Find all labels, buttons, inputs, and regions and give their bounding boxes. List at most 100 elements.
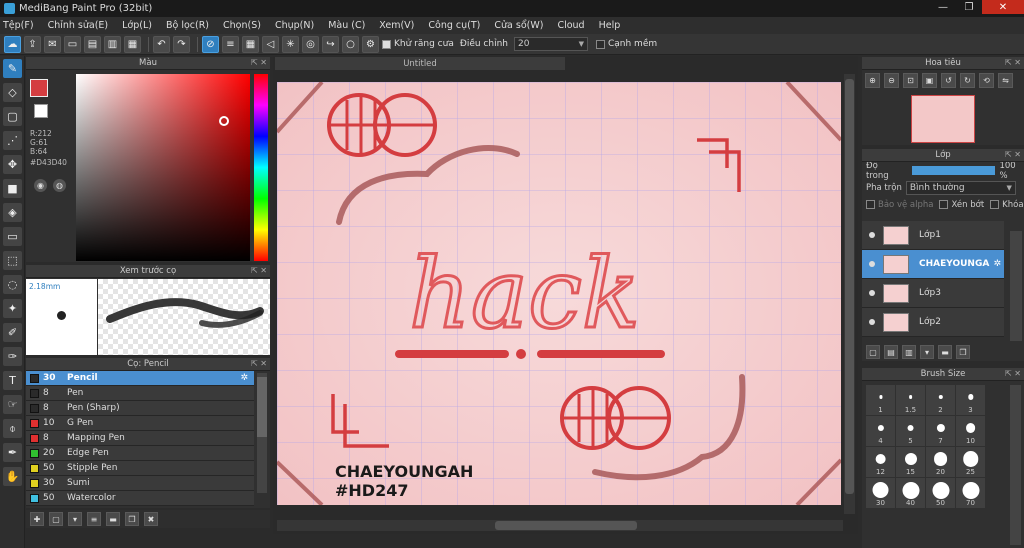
- brush-size-cell[interactable]: 7: [926, 416, 955, 446]
- snap-grid-icon[interactable]: ▦: [242, 35, 259, 53]
- panel-detach-icon[interactable]: ⇱ ✕: [1005, 150, 1021, 159]
- navigator-thumbnail[interactable]: [911, 95, 975, 143]
- minimize-button[interactable]: —: [930, 0, 956, 14]
- drawing-canvas[interactable]: hack CHAEYOUNGAH #HD247: [275, 80, 843, 507]
- select-tool-icon[interactable]: ⬚: [3, 251, 22, 270]
- lock-checkbox[interactable]: [990, 200, 1000, 209]
- move-tool-icon[interactable]: ✥: [3, 155, 22, 174]
- snap-perspective-icon[interactable]: ◁: [262, 35, 279, 53]
- brush-list-item[interactable]: 50 Watercolor: [26, 491, 254, 506]
- brush-size-cell[interactable]: 12: [866, 447, 895, 477]
- brush-size-cell[interactable]: 5: [896, 416, 925, 446]
- select-eraser-icon[interactable]: ✑: [3, 347, 22, 366]
- reset-view-icon[interactable]: ⟲: [979, 72, 994, 88]
- color-wheel-icon[interactable]: ◍: [53, 179, 66, 192]
- soft-edge-checkbox[interactable]: [595, 39, 605, 49]
- fill-shape-tool-icon[interactable]: ■: [3, 179, 22, 198]
- document-icon[interactable]: ▤: [84, 35, 101, 53]
- brush-list-item[interactable]: 30 Sumi: [26, 476, 254, 491]
- brush-size-cell[interactable]: 70: [956, 478, 985, 508]
- menu-window[interactable]: Cửa sổ(W): [494, 20, 543, 31]
- menu-cloud[interactable]: Cloud: [557, 20, 584, 31]
- gear-icon[interactable]: ✲: [240, 373, 248, 383]
- snap-curve-icon[interactable]: ↪: [322, 35, 339, 53]
- trash-icon[interactable]: ✖: [144, 512, 158, 526]
- brush-size-cell[interactable]: 50: [926, 478, 955, 508]
- panel-detach-icon[interactable]: ⇱ ✕: [251, 58, 267, 67]
- gradient-tool-icon[interactable]: ▭: [3, 227, 22, 246]
- menu-edit[interactable]: Chỉnh sửa(E): [48, 20, 109, 31]
- layer-scrollbar[interactable]: [1010, 231, 1022, 341]
- snap-radial-icon[interactable]: ✳: [282, 35, 299, 53]
- brush-size-cell[interactable]: 2: [926, 385, 955, 415]
- menu-color[interactable]: Màu (C): [328, 20, 365, 31]
- menu-view[interactable]: Xem(V): [379, 20, 414, 31]
- bucket-tool-icon[interactable]: ◈: [3, 203, 22, 222]
- layer-item[interactable]: Lớp1: [862, 221, 1004, 250]
- panel-detach-icon[interactable]: ⇱ ✕: [1005, 369, 1021, 378]
- color-picker-knob[interactable]: [219, 116, 229, 126]
- menu-snap[interactable]: Chụp(N): [275, 20, 314, 31]
- brush-list-item[interactable]: 50 Stipple Pen: [26, 461, 254, 476]
- gear-icon[interactable]: ✲: [993, 259, 1001, 269]
- brush-size-cell[interactable]: 40: [896, 478, 925, 508]
- menu-tools[interactable]: Công cụ(T): [428, 20, 480, 31]
- flip-icon[interactable]: ⇋: [998, 72, 1013, 88]
- menu-file[interactable]: Tệp(F): [3, 20, 34, 31]
- snap-off-icon[interactable]: ⊘: [202, 35, 219, 53]
- brush-size-scrollbar[interactable]: [1010, 385, 1021, 545]
- new-8bit-layer-icon[interactable]: ▥: [902, 345, 916, 359]
- brush-list-item[interactable]: 8 Pen (Sharp): [26, 401, 254, 416]
- eraser-tool-icon[interactable]: ◇: [3, 83, 22, 102]
- layer-item[interactable]: CHAEYOUNGA ✲: [862, 250, 1004, 279]
- duplicate-icon[interactable]: ❐: [125, 512, 139, 526]
- cloud-icon[interactable]: ☁: [4, 35, 21, 53]
- rectangle-tool-icon[interactable]: ▢: [3, 107, 22, 126]
- brush-size-cell[interactable]: 1.5: [896, 385, 925, 415]
- zoom-out-icon[interactable]: ⊖: [884, 72, 899, 88]
- brush-size-cell[interactable]: 4: [866, 416, 895, 446]
- panel-detach-icon[interactable]: ⇱ ✕: [1005, 58, 1021, 67]
- brush-list-item[interactable]: 8 Pen: [26, 386, 254, 401]
- adjust-select[interactable]: 20 ▼: [513, 37, 588, 51]
- rotate-left-icon[interactable]: ↺: [941, 72, 956, 88]
- zoom-in-icon[interactable]: ⊕: [865, 72, 880, 88]
- document-tab[interactable]: Untitled: [275, 57, 565, 70]
- rotate-right-icon[interactable]: ↻: [960, 72, 975, 88]
- operation-tool-icon[interactable]: ☞: [3, 395, 22, 414]
- protect-alpha-checkbox[interactable]: [866, 200, 875, 209]
- undo-icon[interactable]: ↶: [153, 35, 170, 53]
- panel-icon[interactable]: ▥: [104, 35, 121, 53]
- dot-tool-icon[interactable]: ⋰: [3, 131, 22, 150]
- add-layer-menu-icon[interactable]: ▾: [920, 345, 934, 359]
- folder-icon[interactable]: ▬: [106, 512, 120, 526]
- restore-button[interactable]: ❐: [956, 0, 982, 14]
- saturation-value-picker[interactable]: [76, 74, 250, 261]
- palette-icon[interactable]: ◉: [34, 179, 47, 192]
- brush-size-cell[interactable]: 15: [896, 447, 925, 477]
- brush-size-cell[interactable]: 1: [866, 385, 895, 415]
- visibility-icon[interactable]: [869, 319, 875, 325]
- fit-window-icon[interactable]: ⊡: [903, 72, 918, 88]
- comment-icon[interactable]: ✉: [44, 35, 61, 53]
- brush-size-cell[interactable]: 30: [866, 478, 895, 508]
- brush-list-scrollbar[interactable]: [257, 373, 267, 493]
- new-brush-icon[interactable]: ▢: [49, 512, 63, 526]
- brush-list-item[interactable]: 8 Mapping Pen: [26, 431, 254, 446]
- menu-layer[interactable]: Lớp(L): [122, 20, 152, 31]
- visibility-icon[interactable]: [869, 290, 875, 296]
- visibility-icon[interactable]: [869, 261, 875, 267]
- add-brush-icon[interactable]: ✚: [30, 512, 44, 526]
- brush-size-cell[interactable]: 3: [956, 385, 985, 415]
- foreground-color-swatch[interactable]: [30, 79, 48, 97]
- actual-size-icon[interactable]: ▣: [922, 72, 937, 88]
- layer-item[interactable]: Lớp3: [862, 279, 1004, 308]
- layer-folder-icon[interactable]: ▬: [938, 345, 952, 359]
- antialias-checkbox[interactable]: [382, 39, 391, 49]
- brush-size-cell[interactable]: 20: [926, 447, 955, 477]
- eyedropper-icon[interactable]: ⌽: [3, 419, 22, 438]
- brush-list-item[interactable]: 30 Pencil ✲: [26, 371, 254, 386]
- brush-size-cell[interactable]: 25: [956, 447, 985, 477]
- lasso-tool-icon[interactable]: ◌: [3, 275, 22, 294]
- new-layer-icon[interactable]: ▢: [866, 345, 880, 359]
